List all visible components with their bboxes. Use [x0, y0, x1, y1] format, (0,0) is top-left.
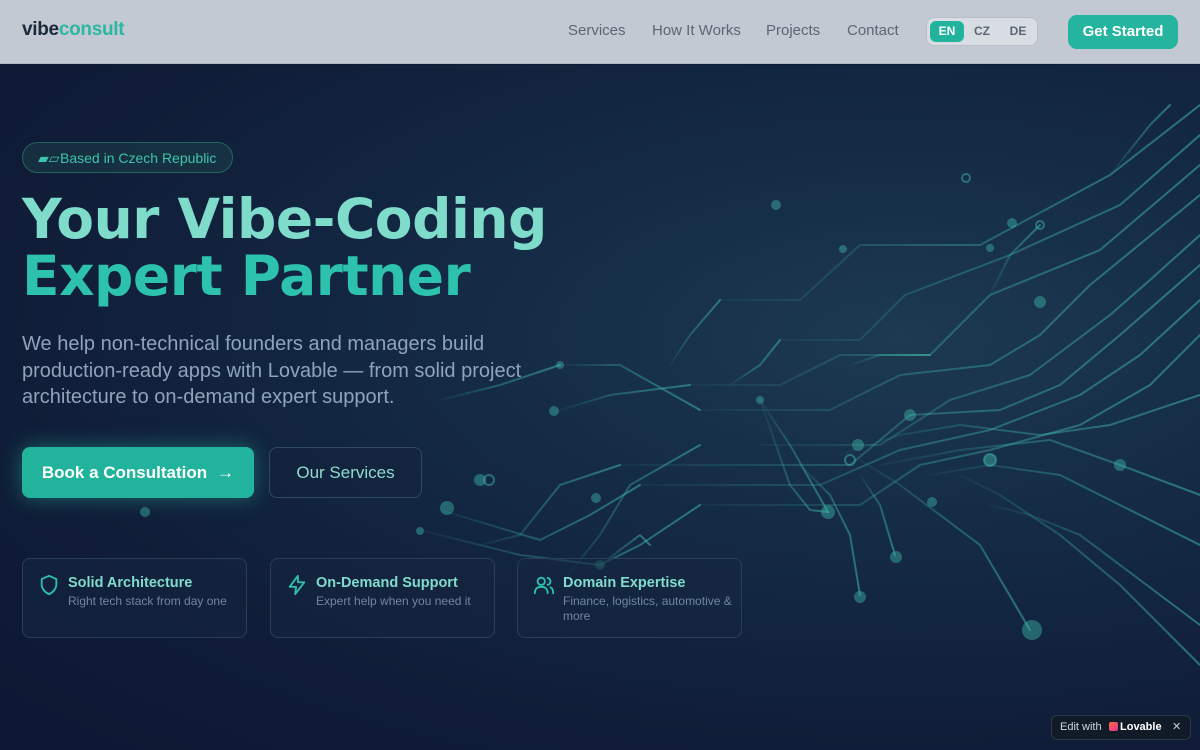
edit-with-label: Edit with — [1060, 721, 1102, 733]
get-started-button[interactable]: Get Started — [1068, 15, 1178, 49]
location-badge-label: Based in Czech Republic — [60, 150, 217, 166]
lovable-logo-icon — [1109, 722, 1118, 731]
site-header: vibeconsult Services How It Works Projec… — [0, 0, 1200, 64]
feature-card-architecture: Solid Architecture Right tech stack from… — [22, 558, 247, 638]
location-badge: ▰▱Based in Czech Republic — [22, 142, 234, 173]
logo[interactable]: vibeconsult — [22, 19, 125, 41]
feature-description: Right tech stack from day one — [68, 594, 227, 608]
feature-description: Expert help when you need it — [316, 594, 471, 608]
nav-projects[interactable]: Projects — [766, 22, 820, 39]
hero-title-line1: Your Vibe-Coding — [22, 187, 547, 251]
edit-with-lovable-badge[interactable]: Edit with Lovable ✕ — [1051, 715, 1191, 740]
language-switcher: EN CZ DE — [926, 17, 1038, 46]
nav-services[interactable]: Services — [568, 22, 626, 39]
feature-title: Solid Architecture — [68, 575, 193, 591]
our-services-button[interactable]: Our Services — [269, 447, 422, 498]
nav-contact[interactable]: Contact — [847, 22, 899, 39]
hero-section: ▰▱Based in Czech Republic Your Vibe-Codi… — [0, 65, 1200, 750]
users-icon — [533, 576, 555, 595]
feature-description: Finance, logistics, automotive & more — [563, 594, 732, 623]
language-cz-button[interactable]: CZ — [965, 21, 999, 42]
language-en-button[interactable]: EN — [930, 21, 964, 42]
hero-title: Your Vibe-Coding Expert Partner — [22, 191, 547, 305]
logo-part-vibe: vibe — [22, 19, 59, 40]
feature-card-domain: Domain Expertise Finance, logistics, aut… — [517, 558, 742, 638]
hero-title-line2: Expert Partner — [22, 244, 471, 308]
czech-flag-icon: ▰▱ — [38, 150, 60, 166]
close-icon[interactable]: ✕ — [1172, 716, 1181, 739]
book-consultation-button[interactable]: Book a Consultation → — [22, 447, 254, 498]
language-de-button[interactable]: DE — [1001, 21, 1035, 42]
shield-icon — [40, 574, 58, 596]
book-consultation-label: Book a Consultation — [41, 463, 208, 482]
lovable-brand-label: Lovable — [1120, 721, 1162, 733]
feature-title: On-Demand Support — [316, 575, 458, 591]
arrow-right-icon: → — [217, 463, 235, 482]
nav-how-it-works[interactable]: How It Works — [652, 22, 741, 39]
feature-title: Domain Expertise — [563, 575, 686, 591]
logo-part-consult: consult — [58, 19, 125, 40]
feature-card-support: On-Demand Support Expert help when you n… — [270, 558, 495, 638]
lightning-icon — [288, 574, 306, 596]
hero-subtitle: We help non-technical founders and manag… — [22, 333, 522, 408]
